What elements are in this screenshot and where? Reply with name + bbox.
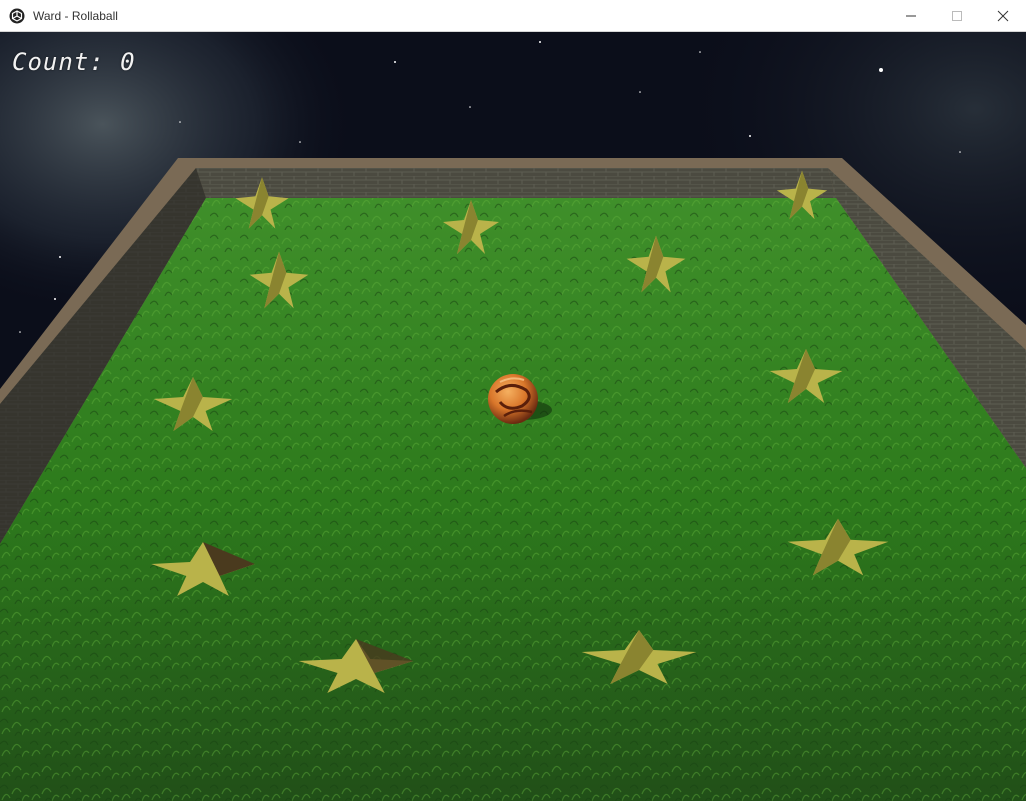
close-button[interactable] [980,0,1026,31]
maximize-button[interactable] [934,0,980,31]
far-wall [196,168,836,198]
window-title: Ward - Rollaball [33,8,118,23]
game-scene [0,32,1026,801]
unity-app-icon [9,8,25,23]
game-viewport[interactable]: Count: 0 [0,32,1026,801]
title-bar[interactable]: Ward - Rollaball [0,0,1026,32]
grass-texture [0,198,1026,801]
game-window: Ward - Rollaball Count: 0 [0,0,1026,801]
minimize-button[interactable] [888,0,934,31]
window-controls [888,0,1026,31]
minimize-icon [906,15,916,16]
maximize-icon [952,10,962,21]
close-icon [997,10,1009,21]
score-counter: Count: 0 [12,48,136,76]
